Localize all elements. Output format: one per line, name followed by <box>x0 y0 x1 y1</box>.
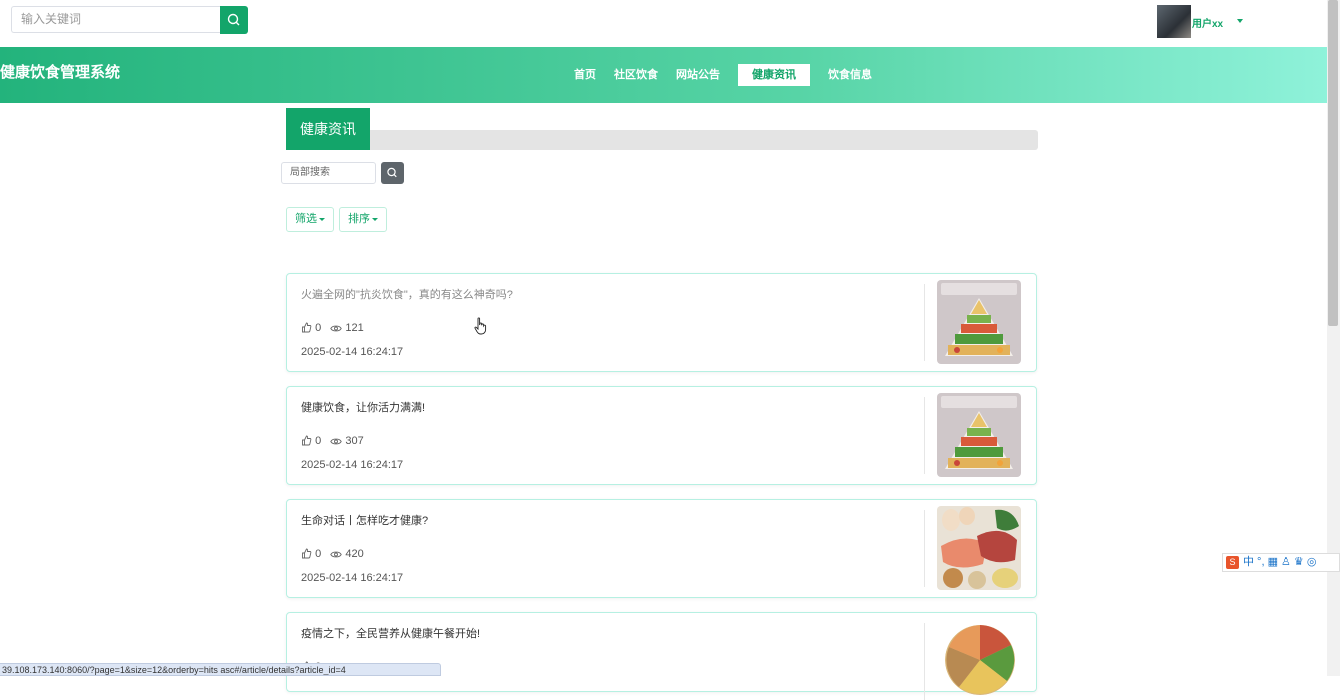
sort-button[interactable]: 排序 <box>339 207 387 232</box>
header-band: 健康饮食管理系统 首页 社区饮食 网站公告 健康资讯 饮食信息 <box>0 47 1328 103</box>
view-count: 420 <box>345 548 364 560</box>
food-pyramid-thumbnail[interactable] <box>937 280 1021 364</box>
nav-announcements[interactable]: 网站公告 <box>676 64 720 86</box>
article-card[interactable]: 火遍全网的"抗炎饮食"，真的有这么神奇吗? 0 121 2025-02-14 1… <box>286 273 1037 372</box>
nav-diet-info[interactable]: 饮食信息 <box>828 64 872 86</box>
top-bar: 输入关键词 用户xx <box>0 0 1326 47</box>
protein-foods-thumbnail[interactable] <box>937 506 1021 590</box>
filter-button[interactable]: 筛选 <box>286 207 334 232</box>
section-divider <box>370 130 1038 150</box>
view-count: 307 <box>345 435 364 447</box>
section-title: 健康资讯 <box>286 108 370 150</box>
like-count: 0 <box>315 322 322 334</box>
search-icon <box>227 13 240 26</box>
food-plate-thumbnail[interactable] <box>945 625 1015 695</box>
article-stats: 0 121 <box>301 322 364 334</box>
eye-icon <box>330 325 343 332</box>
view-count: 121 <box>345 322 364 334</box>
hand-cursor-icon <box>474 317 487 335</box>
card-divider <box>924 284 925 361</box>
article-stats: 0 420 <box>301 548 364 560</box>
article-stats: 0 307 <box>301 435 364 447</box>
eye-icon <box>330 438 343 445</box>
search-input[interactable]: 输入关键词 <box>11 6 220 33</box>
article-title[interactable]: 生命对话丨怎样吃才健康? <box>301 512 428 528</box>
ime-logo-icon: S <box>1226 556 1239 569</box>
status-bar-url: 39.108.173.140:8060/?page=1&size=12&orde… <box>0 663 441 676</box>
user-name[interactable]: 用户xx <box>1192 15 1223 30</box>
filter-label: 筛选 <box>295 213 317 225</box>
local-search-button[interactable] <box>381 162 404 184</box>
ime-items[interactable]: 中 °, ▦ ♙ ♛ ◎ <box>1243 554 1316 571</box>
article-card[interactable]: 健康饮食，让你活力满满! 0 307 2025-02-14 16:24:17 <box>286 386 1037 485</box>
card-divider <box>924 510 925 587</box>
article-date: 2025-02-14 16:24:17 <box>301 572 404 584</box>
like-count: 0 <box>315 435 322 447</box>
eye-icon <box>330 551 343 558</box>
search-icon <box>387 167 397 178</box>
article-date: 2025-02-14 16:24:17 <box>301 459 404 471</box>
chevron-down-icon <box>372 217 378 221</box>
article-card[interactable]: 疫情之下，全民营养从健康午餐开始! 0 <box>286 612 1037 700</box>
thumbs-up-icon <box>302 322 312 333</box>
nav-health-news[interactable]: 健康资讯 <box>738 64 810 86</box>
search-button[interactable] <box>220 6 248 34</box>
chevron-down-icon[interactable] <box>1237 19 1243 23</box>
avatar[interactable] <box>1157 5 1191 38</box>
nav-community-diet[interactable]: 社区饮食 <box>614 64 658 86</box>
article-title[interactable]: 疫情之下，全民营养从健康午餐开始! <box>301 625 480 641</box>
scrollbar-thumb[interactable] <box>1328 0 1338 326</box>
ime-toolbar[interactable]: S 中 °, ▦ ♙ ♛ ◎ <box>1222 553 1340 572</box>
sort-label: 排序 <box>348 213 370 225</box>
local-search-input[interactable]: 局部搜索 <box>281 162 376 184</box>
nav-home[interactable]: 首页 <box>574 64 596 86</box>
article-title[interactable]: 健康饮食，让你活力满满! <box>301 399 425 415</box>
thumbs-up-icon <box>302 435 312 446</box>
card-divider <box>924 623 925 700</box>
food-pyramid-thumbnail[interactable] <box>937 393 1021 477</box>
site-title: 健康饮食管理系统 <box>0 64 121 81</box>
card-divider <box>924 397 925 474</box>
chevron-down-icon <box>319 217 325 221</box>
article-card[interactable]: 生命对话丨怎样吃才健康? 0 420 2025-02-14 16:24:17 <box>286 499 1037 598</box>
like-count: 0 <box>315 548 322 560</box>
article-title[interactable]: 火遍全网的"抗炎饮食"，真的有这么神奇吗? <box>301 286 513 302</box>
thumbs-up-icon <box>302 548 312 559</box>
article-date: 2025-02-14 16:24:17 <box>301 346 404 358</box>
